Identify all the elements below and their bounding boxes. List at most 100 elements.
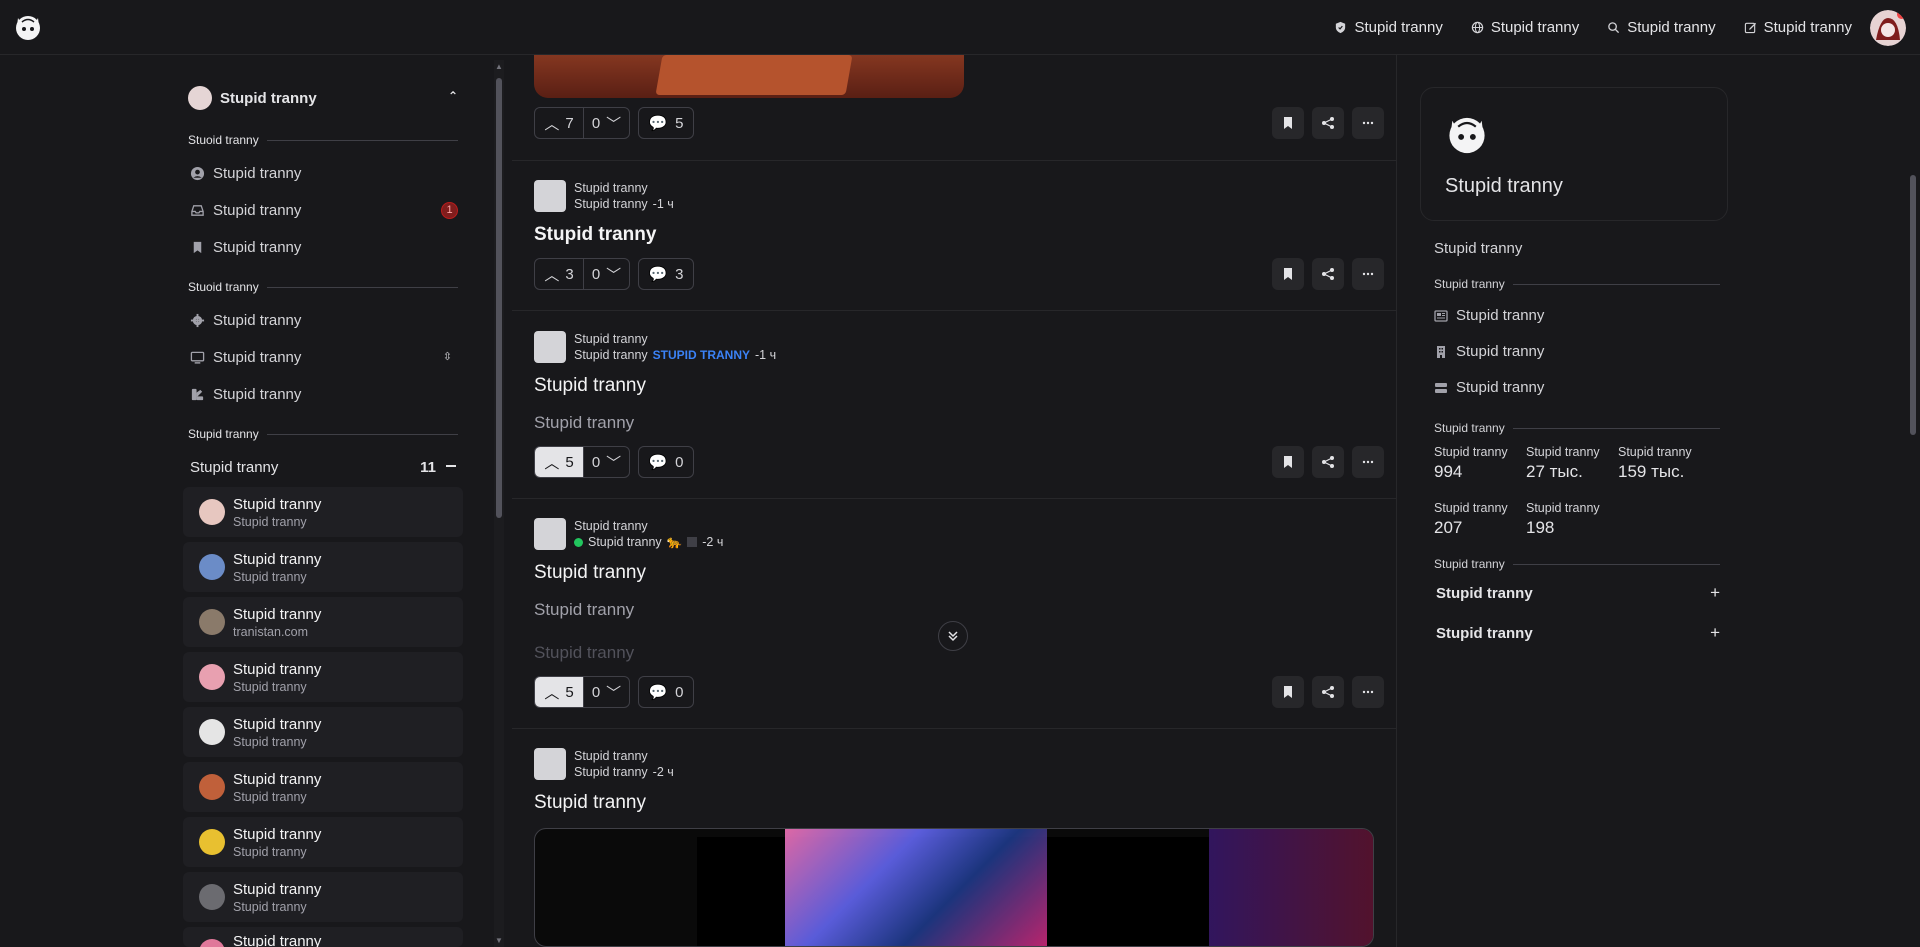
post-title[interactable]: Stupid tranny: [534, 562, 646, 584]
nav-item-1[interactable]: Stupid tranny: [1334, 19, 1443, 36]
upvote-button[interactable]: ︿ 5: [535, 677, 583, 707]
site-link-2[interactable]: Stupid tranny: [1434, 343, 1544, 360]
account-selector[interactable]: Stupid tranny ⌃: [188, 85, 460, 111]
scroll-down-button[interactable]: [938, 621, 968, 651]
community-item[interactable]: Stupid tranny tranistan.com: [183, 597, 463, 647]
post-community[interactable]: Stupid tranny: [574, 518, 723, 534]
sidebar-item-inbox[interactable]: Stupid tranny 1: [190, 197, 458, 223]
community-item[interactable]: Stupid tranny Stupid tranny: [183, 707, 463, 757]
plus-icon: +: [1710, 623, 1720, 642]
upvote-button[interactable]: ︿ 5: [535, 447, 583, 477]
post-actions: ︿ 7 0 ﹀ 💬 5: [534, 107, 1384, 139]
comment-icon: 💬: [648, 115, 668, 132]
save-button[interactable]: [1272, 446, 1304, 478]
scroll-down-arrow-icon[interactable]: ▼: [495, 936, 503, 945]
community-avatar[interactable]: [534, 518, 566, 550]
site-link-1[interactable]: Stupid tranny: [1434, 307, 1544, 324]
community-instance: Stupid tranny: [233, 734, 307, 749]
post-community[interactable]: Stupid tranny: [574, 331, 776, 347]
site-description: Stupid tranny: [1434, 240, 1523, 257]
sidebar-item-saved[interactable]: Stupid tranny: [190, 234, 458, 260]
comments-button[interactable]: 💬 3: [638, 258, 694, 290]
site-link-3[interactable]: Stupid tranny: [1434, 379, 1544, 396]
nav-item-4[interactable]: Stupid tranny: [1744, 19, 1852, 36]
downvote-button[interactable]: 0 ﹀: [583, 447, 629, 477]
more-options-button[interactable]: [1352, 446, 1384, 478]
comment-icon: 💬: [648, 454, 668, 471]
community-name: Stupid tranny: [233, 933, 322, 947]
community-avatar[interactable]: [534, 180, 566, 212]
post-author[interactable]: Stupid tranny: [574, 196, 648, 212]
community-item[interactable]: Stupid tranny Stupid tranny: [183, 762, 463, 812]
downvote-button[interactable]: 0 ﹀: [583, 259, 629, 289]
community-item[interactable]: Stupid tranny Stupid tranny: [183, 817, 463, 867]
vote-buttons: ︿ 5 0 ﹀: [534, 676, 630, 708]
post-community[interactable]: Stupid tranny: [574, 180, 674, 196]
share-button[interactable]: [1312, 676, 1344, 708]
post-title[interactable]: Stupid tranny: [534, 792, 646, 814]
share-icon: [1322, 268, 1334, 280]
community-item[interactable]: Stupid tranny Stupid tranny: [183, 542, 463, 592]
sidebar-scrollbar[interactable]: ▲ ▼: [494, 60, 504, 947]
comments-button[interactable]: 💬 0: [638, 446, 694, 478]
scrollbar-thumb[interactable]: [1910, 175, 1916, 435]
site-logo-icon[interactable]: [13, 12, 43, 42]
save-button[interactable]: [1272, 676, 1304, 708]
post-author[interactable]: Stupid tranny: [588, 534, 662, 550]
save-button[interactable]: [1272, 107, 1304, 139]
sidebar-item-theme[interactable]: Stupid tranny: [190, 381, 458, 407]
scrollbar-thumb[interactable]: [496, 78, 502, 518]
post-author[interactable]: Stupid tranny: [574, 347, 648, 363]
more-options-button[interactable]: [1352, 676, 1384, 708]
subscriptions-group-toggle[interactable]: Stupid tranny 11: [190, 455, 458, 479]
site-info-card: Stupid tranny: [1420, 87, 1728, 221]
post-title[interactable]: Stupid tranny: [534, 375, 646, 397]
community-name: Stupid tranny: [233, 660, 322, 678]
post-time: -2 ч: [652, 765, 674, 779]
nav-item-3[interactable]: Stupid tranny: [1607, 19, 1716, 36]
downvote-button[interactable]: 0 ﹀: [583, 677, 629, 707]
nav-item-2[interactable]: Stupid tranny: [1471, 19, 1579, 36]
stat-value: 27 тыс.: [1526, 462, 1583, 481]
more-options-button[interactable]: [1352, 107, 1384, 139]
save-button[interactable]: [1272, 258, 1304, 290]
share-button[interactable]: [1312, 107, 1344, 139]
community-avatar[interactable]: [534, 331, 566, 363]
stat-value: 198: [1526, 518, 1555, 537]
edit-icon: [1744, 22, 1756, 34]
sidebar-item-display[interactable]: Stupid tranny ⇳: [190, 344, 458, 370]
community-item[interactable]: Stupid tranny Stupid tranny: [183, 652, 463, 702]
sidebar-item-settings[interactable]: Stupid tranny: [190, 307, 458, 333]
comment-count: 0: [675, 453, 684, 471]
community-item[interactable]: Stupid tranny: [183, 927, 463, 947]
upvote-button[interactable]: ︿ 3: [535, 259, 583, 289]
community-instance: Stupid tranny: [233, 679, 307, 694]
user-avatar[interactable]: [1870, 10, 1906, 46]
scroll-up-arrow-icon[interactable]: ▲: [495, 62, 503, 71]
post-community[interactable]: Stupid tranny: [574, 748, 674, 764]
post-time: -1 ч: [755, 348, 777, 362]
community-item[interactable]: Stupid tranny Stupid tranny: [183, 487, 463, 537]
bookmark-icon: [1284, 117, 1292, 129]
post-author[interactable]: Stupid tranny: [574, 764, 648, 780]
expander-1[interactable]: Stupid tranny +: [1436, 583, 1720, 603]
post-title[interactable]: Stupid tranny: [534, 224, 656, 246]
more-options-button[interactable]: [1352, 258, 1384, 290]
post-image[interactable]: [534, 828, 1374, 947]
community-avatar[interactable]: [534, 748, 566, 780]
comments-button[interactable]: 💬 0: [638, 676, 694, 708]
stat-item: Stupid tranny 207: [1434, 501, 1508, 538]
share-button[interactable]: [1312, 258, 1344, 290]
downvote-button[interactable]: 0 ﹀: [583, 108, 629, 138]
group-label: Stupid tranny: [190, 458, 279, 476]
comments-button[interactable]: 💬 5: [638, 107, 694, 139]
upvote-button[interactable]: ︿ 7: [535, 108, 583, 138]
sidebar-item-profile[interactable]: Stupid tranny: [190, 160, 458, 186]
post-time: -1 ч: [652, 197, 674, 211]
heading-text: Stupid tranny: [1434, 557, 1505, 571]
community-item[interactable]: Stupid tranny Stupid tranny: [183, 872, 463, 922]
page-scrollbar[interactable]: [1906, 55, 1920, 947]
inbox-icon: [191, 204, 204, 216]
expander-2[interactable]: Stupid tranny +: [1436, 623, 1720, 643]
share-button[interactable]: [1312, 446, 1344, 478]
